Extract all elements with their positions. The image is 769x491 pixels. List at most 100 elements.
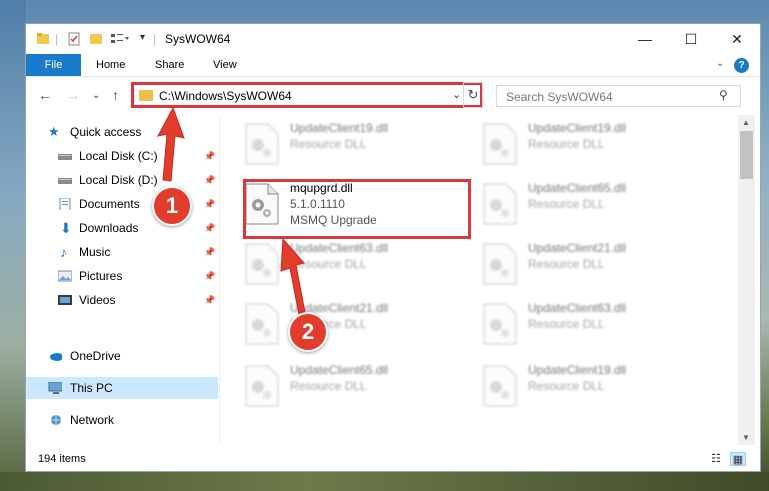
file-name: UpdateClient19.dll: [528, 363, 627, 377]
sidebar-item-label: Network: [70, 413, 115, 427]
search-icon[interactable]: ⚲: [719, 88, 728, 102]
step-1-badge: 1: [152, 186, 192, 226]
new-folder-icon[interactable]: [89, 32, 103, 46]
up-arrow-icon[interactable]: ↑: [112, 87, 119, 103]
search-input[interactable]: Search SysWOW64: [506, 90, 613, 104]
dll-file-icon: [483, 123, 517, 165]
pin-icon: 📌: [204, 295, 216, 305]
properties-icon[interactable]: [67, 32, 81, 46]
scrollbar-thumb[interactable]: [740, 131, 753, 179]
sidebar-item-documents[interactable]: Documents: [58, 193, 218, 215]
tab-file[interactable]: File: [26, 54, 81, 76]
address-path[interactable]: C:\Windows\SysWOW64: [159, 89, 292, 103]
file-description: Resource DLL: [290, 137, 367, 151]
videos-icon: [58, 295, 72, 305]
file-item[interactable]: UpdateClient63.dll Resource DLL: [478, 297, 698, 352]
file-list: UpdateClient19.dll Resource DLL UpdateCl…: [220, 115, 738, 445]
file-item[interactable]: UpdateClient21.dll Resource DLL: [240, 297, 460, 352]
expand-ribbon-icon[interactable]: ⌄: [716, 58, 724, 69]
documents-icon: [59, 198, 71, 210]
customize-toolbar-icon[interactable]: [110, 32, 130, 46]
file-description: Resource DLL: [528, 137, 605, 151]
sidebar-item-label: Documents: [79, 197, 140, 211]
help-icon[interactable]: ?: [734, 58, 749, 73]
file-item[interactable]: UpdateClient19.dll Resource DLL: [240, 117, 460, 172]
file-item[interactable]: UpdateClient19.dll Resource DLL: [478, 117, 698, 172]
refresh-icon: ↻: [467, 87, 479, 102]
separator: |: [153, 32, 157, 46]
music-icon: ♪: [60, 244, 67, 260]
file-item[interactable]: UpdateClient21.dll Resource DLL: [478, 237, 698, 292]
pin-icon: 📌: [204, 151, 216, 161]
pin-icon: 📌: [204, 271, 216, 281]
sidebar-item-music[interactable]: ♪ Music: [58, 241, 218, 263]
sidebar-item-label: Downloads: [79, 221, 139, 235]
file-name: UpdateClient63.dll: [528, 301, 627, 315]
network-icon: [51, 415, 61, 425]
separator: |: [55, 32, 59, 46]
pin-icon: 📌: [204, 175, 216, 185]
file-name: UpdateClient19.dll: [528, 121, 627, 135]
desktop-background-bottom: [0, 472, 769, 491]
sidebar-item-pictures[interactable]: Pictures: [58, 265, 218, 287]
file-name: UpdateClient63.dll: [290, 241, 389, 255]
tiles-view-icon[interactable]: ▦: [730, 452, 746, 466]
address-bar[interactable]: C:\Windows\SysWOW64 ⌄: [131, 82, 483, 108]
sidebar-item-onedrive[interactable]: OneDrive: [48, 345, 208, 367]
sidebar-item-label: Music: [79, 245, 111, 259]
scroll-down-arrow-icon[interactable]: ▼: [742, 433, 750, 442]
quick-access-toolbar-chevron-icon[interactable]: ▾: [140, 32, 145, 43]
step-2-badge: 2: [288, 312, 328, 352]
tab-share[interactable]: Share: [155, 54, 184, 76]
sidebar-item-local-disk-d[interactable]: Local Disk (D:): [58, 169, 218, 191]
sidebar-item-network[interactable]: Network: [48, 409, 208, 431]
file-description: Resource DLL: [528, 379, 605, 393]
close-button[interactable]: ✕: [714, 24, 760, 54]
recent-locations-chevron-icon[interactable]: ⌄: [92, 90, 100, 101]
dll-file-icon: [245, 365, 279, 407]
sidebar-item-videos[interactable]: Videos: [58, 289, 218, 311]
maximize-button[interactable]: ☐: [668, 24, 714, 54]
ribbon-tabs: File Home Share View ⌄ ?: [26, 54, 760, 77]
file-description: Resource DLL: [528, 197, 605, 211]
sidebar-item-label: Pictures: [79, 269, 123, 283]
dll-file-icon: [483, 183, 517, 225]
drive-icon: [58, 154, 72, 160]
drive-icon: [58, 178, 72, 184]
pin-icon: 📌: [204, 199, 216, 209]
folder-icon: [37, 33, 49, 44]
dll-file-icon: [245, 123, 279, 165]
file-item[interactable]: UpdateClient63.dll Resource DLL: [240, 237, 460, 292]
search-box[interactable]: Search SysWOW64 ⚲: [496, 85, 741, 107]
desktop-background: [0, 0, 26, 491]
details-view-icon[interactable]: ☷: [708, 452, 724, 466]
address-history-chevron-icon[interactable]: ⌄: [452, 88, 461, 101]
dll-file-icon: [483, 303, 517, 345]
tab-home[interactable]: Home: [96, 54, 125, 76]
sidebar-item-downloads[interactable]: ⬇ Downloads: [58, 217, 218, 239]
scroll-up-arrow-icon[interactable]: ▲: [742, 118, 750, 127]
tab-view[interactable]: View: [213, 54, 237, 76]
explorer-window: | ▾ | SysWOW64 — ☐ ✕ File Home Share Vie…: [25, 23, 761, 472]
file-description: Resource DLL: [290, 379, 367, 393]
sidebar-item-local-disk-c[interactable]: Local Disk (C:): [58, 145, 218, 167]
pictures-icon: [58, 270, 72, 282]
file-description: Resource DLL: [528, 257, 605, 271]
vertical-scrollbar[interactable]: ▲ ▼: [738, 115, 755, 445]
file-item[interactable]: UpdateClient65.dll Resource DLL: [240, 359, 460, 414]
folder-icon: [139, 90, 153, 101]
sidebar-item-label: Quick access: [70, 125, 142, 139]
dll-file-icon: [483, 243, 517, 285]
minimize-button[interactable]: —: [622, 24, 668, 54]
file-item[interactable]: UpdateClient65.dll Resource DLL: [478, 177, 698, 232]
back-arrow-icon[interactable]: ←: [38, 87, 52, 103]
forward-arrow-icon[interactable]: →: [66, 87, 80, 103]
pin-icon: 📌: [204, 223, 216, 233]
star-icon: ★: [48, 124, 60, 139]
file-item[interactable]: UpdateClient19.dll Resource DLL: [478, 359, 698, 414]
refresh-button[interactable]: ↻: [463, 82, 483, 108]
sidebar-item-quick-access[interactable]: ★ Quick access: [48, 121, 208, 143]
computer-icon: [48, 382, 62, 394]
download-icon: ⬇: [60, 220, 72, 236]
sidebar-item-this-pc[interactable]: This PC: [26, 377, 218, 399]
